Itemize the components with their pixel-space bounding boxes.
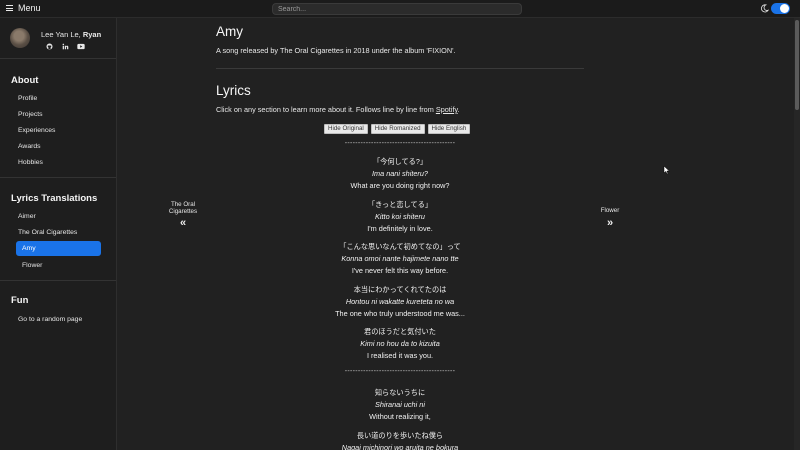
lyric-romanized: Ima nani shiteru?	[372, 169, 428, 178]
toggle-knob	[780, 4, 789, 13]
sidebar-item-aimer[interactable]: Aimer	[16, 209, 101, 224]
sidebar-item-random-page[interactable]: Go to a random page	[16, 312, 101, 327]
song-description: A song released by The Oral Cigarettes i…	[216, 46, 456, 55]
github-icon[interactable]	[45, 42, 53, 50]
lyric-romanized: Kitto koi shiteru	[375, 212, 425, 221]
lyrics-separator: ----------------------------------------…	[344, 140, 456, 147]
sidebar: Lee Yan Le, Ryan About Profile Projects …	[0, 18, 117, 450]
lyrics-separator: ----------------------------------------…	[344, 368, 456, 375]
main-content: Amy A song released by The Oral Cigarett…	[118, 18, 794, 450]
spotify-link[interactable]: Spotify	[436, 105, 458, 114]
profile-name: Lee Yan Le, Ryan	[41, 30, 101, 39]
scrollbar-thumb[interactable]	[795, 20, 799, 110]
lyric-section[interactable]: 知らないうちに Shiranai uchi ni Without realizi…	[216, 387, 584, 423]
profile-name-bold: Ryan	[82, 30, 102, 39]
sidebar-divider	[0, 280, 116, 281]
lyric-english: The one who truly understood me was...	[335, 309, 465, 318]
double-chevron-left-icon: «	[179, 217, 187, 229]
lyric-romanized: Nagai michinori wo aruita ne bokura	[341, 443, 459, 450]
social-links	[45, 42, 85, 50]
lyric-section[interactable]: 「今何してる?」 Ima nani shiteru? What are you …	[216, 156, 584, 192]
lyric-romanized: Kimi no hou da to kizuita	[360, 339, 440, 348]
lyric-english: I'm definitely in love.	[367, 224, 433, 233]
lyric-original: 「今何してる?」	[372, 157, 428, 166]
sidebar-item-awards[interactable]: Awards	[16, 139, 101, 154]
sidebar-item-projects[interactable]: Projects	[16, 107, 101, 122]
lyric-original: 君のほうだと気付いた	[364, 327, 436, 336]
profile-card: Lee Yan Le, Ryan	[10, 28, 110, 68]
prev-song-link[interactable]: The Oral Cigarettes «	[163, 201, 203, 229]
lyric-romanized: Shiranai uchi ni	[375, 400, 425, 409]
sidebar-item-flower[interactable]: Flower	[16, 258, 101, 273]
section-title-fun: Fun	[11, 295, 29, 306]
section-title-about: About	[11, 75, 39, 86]
lyric-english: I've never felt this way before.	[351, 266, 449, 275]
double-chevron-right-icon: »	[606, 216, 614, 229]
sidebar-divider	[0, 58, 116, 59]
hamburger-icon	[6, 5, 13, 11]
dark-mode-toggle[interactable]	[771, 3, 790, 14]
page-title: Amy	[216, 24, 243, 39]
moon-icon[interactable]	[760, 4, 769, 13]
lyric-section[interactable]: 「きっと恋してる」 Kitto koi shiteru I'm definite…	[216, 199, 584, 235]
lyric-original: 知らないうちに	[374, 388, 426, 397]
sidebar-item-experiences[interactable]: Experiences	[16, 123, 101, 138]
lyric-romanized: Hontou ni wakatte kureteta no wa	[345, 297, 455, 306]
lyric-section[interactable]: 長い道のりを歩いたね僕ら Nagai michinori wo aruita n…	[216, 430, 584, 450]
top-bar: Menu	[0, 0, 800, 18]
prev-song-label: Cigarettes	[168, 207, 198, 215]
search-input[interactable]	[272, 3, 522, 15]
hide-romanized-button[interactable]: Hide Romanized	[370, 124, 425, 134]
section-divider	[216, 68, 584, 69]
sidebar-item-hobbies[interactable]: Hobbies	[16, 155, 101, 170]
linkedin-icon[interactable]	[61, 42, 69, 50]
mouse-cursor-icon	[663, 165, 670, 175]
sidebar-item-amy[interactable]: Amy	[16, 241, 101, 256]
lyric-english: I realised it was you.	[366, 351, 434, 360]
lyrics-description: Click on any section to learn more about…	[216, 105, 460, 114]
lyric-romanized: Konna omoi nante hajimete nano tte	[341, 254, 459, 263]
profile-name-prefix: Lee Yan Le,	[41, 30, 83, 39]
lyrics-toggle-buttons: Hide Original Hide Romanized Hide Englis…	[324, 124, 471, 134]
lyric-english: Without realizing it,	[369, 412, 431, 421]
scrollbar[interactable]	[794, 18, 800, 450]
next-song-label: Flower	[600, 207, 620, 214]
menu-button[interactable]: Menu	[6, 3, 41, 13]
section-title-lyrics: Lyrics Translations	[11, 193, 98, 204]
lyric-original: 「きっと恋してる」	[367, 200, 433, 209]
sidebar-divider	[0, 177, 116, 178]
hide-english-button[interactable]: Hide English	[427, 124, 471, 134]
lyric-section[interactable]: 本当にわかってくれてたのは Hontou ni wakatte kureteta…	[216, 284, 584, 320]
menu-label: Menu	[18, 3, 41, 13]
lyrics-desc-end: .	[457, 105, 460, 114]
next-song-link[interactable]: Flower »	[592, 207, 628, 229]
avatar	[10, 28, 30, 48]
lyric-section[interactable]: 君のほうだと気付いた Kimi no hou da to kizuita I r…	[216, 326, 584, 362]
sidebar-item-profile[interactable]: Profile	[16, 91, 101, 106]
lyric-section[interactable]: 「こんな思いなんて初めてなの」って Konna omoi nante hajim…	[216, 241, 584, 277]
lyric-original: 長い道のりを歩いたね僕ら	[356, 431, 444, 440]
sidebar-item-the-oral-cigarettes[interactable]: The Oral Cigarettes	[16, 225, 101, 240]
lyrics-desc-text: Click on any section to learn more about…	[216, 105, 436, 114]
lyric-original: 「こんな思いなんて初めてなの」って	[339, 242, 461, 251]
lyric-original: 本当にわかってくれてたのは	[353, 285, 447, 294]
youtube-icon[interactable]	[77, 42, 85, 50]
lyrics-heading: Lyrics	[216, 83, 251, 98]
hide-original-button[interactable]: Hide Original	[324, 124, 368, 134]
lyric-english: What are you doing right now?	[350, 181, 450, 190]
